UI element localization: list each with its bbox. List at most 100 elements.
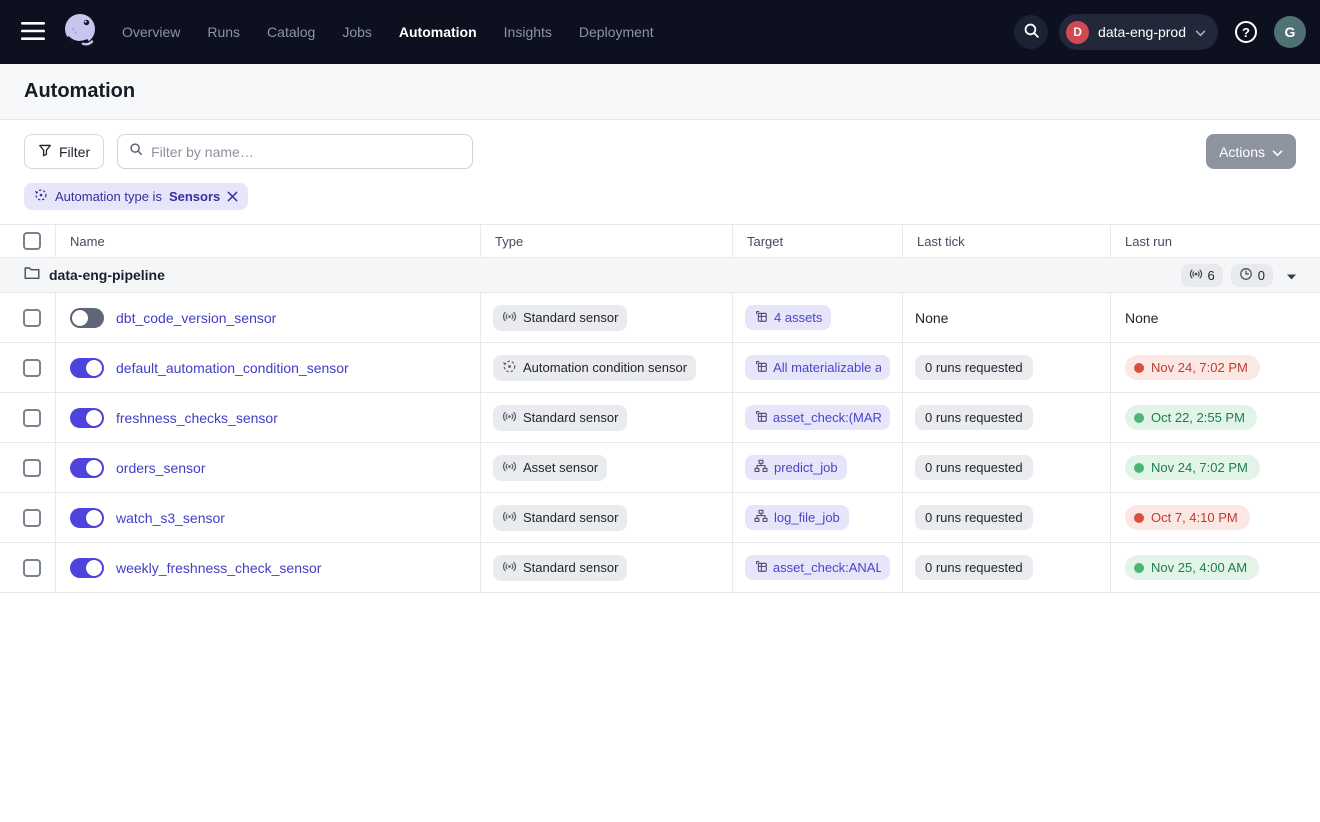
- target-label: All materializable as: [773, 360, 881, 375]
- target-link[interactable]: asset_check:ANALY: [745, 555, 890, 580]
- page-header: Automation: [0, 64, 1320, 120]
- name-filter-input[interactable]: [151, 144, 461, 160]
- sensor-type-label: Standard sensor: [523, 510, 618, 525]
- sensor-icon: [502, 409, 517, 427]
- sensor-name-link[interactable]: watch_s3_sensor: [116, 510, 225, 526]
- sensor-toggle[interactable]: [70, 358, 104, 378]
- sensor-type-badge: Standard sensor: [493, 405, 627, 431]
- last-run[interactable]: Oct 22, 2:55 PM: [1125, 405, 1257, 430]
- primary-nav: Overview Runs Catalog Jobs Automation In…: [122, 24, 654, 40]
- actions-button-label: Actions: [1219, 144, 1265, 160]
- row-checkbox[interactable]: [23, 509, 41, 527]
- row-checkbox[interactable]: [23, 309, 41, 327]
- sensor-toggle[interactable]: [70, 458, 104, 478]
- collapse-group-button[interactable]: [1281, 264, 1302, 287]
- row-checkbox[interactable]: [23, 409, 41, 427]
- chevron-down-icon: [1195, 24, 1206, 40]
- sensor-icon: [502, 309, 517, 327]
- last-run[interactable]: Oct 7, 4:10 PM: [1125, 505, 1250, 530]
- last-run-label: Oct 22, 2:55 PM: [1151, 410, 1245, 425]
- help-button[interactable]: ?: [1229, 15, 1263, 49]
- deployment-name: data-eng-prod: [1098, 24, 1186, 40]
- sensor-toggle[interactable]: [70, 408, 104, 428]
- filter-button[interactable]: Filter: [24, 134, 104, 169]
- last-run[interactable]: Nov 24, 7:02 PM: [1125, 355, 1260, 380]
- active-filters-row: Automation type is Sensors: [0, 181, 1320, 225]
- target-link[interactable]: All materializable as: [745, 355, 890, 380]
- last-run-label: Oct 7, 4:10 PM: [1151, 510, 1238, 525]
- sensor-name-link[interactable]: orders_sensor: [116, 460, 206, 476]
- nav-item-jobs[interactable]: Jobs: [342, 24, 372, 40]
- nav-item-automation[interactable]: Automation: [399, 24, 477, 40]
- folder-icon: [24, 266, 40, 285]
- group-summary: 6 0: [1181, 264, 1302, 287]
- last-tick: 0 runs requested: [915, 455, 1033, 480]
- sensor-name-link[interactable]: dbt_code_version_sensor: [116, 310, 276, 326]
- row-checkbox[interactable]: [23, 559, 41, 577]
- job-icon: [754, 459, 768, 476]
- menu-button[interactable]: [14, 13, 52, 51]
- run-status-dot: [1134, 513, 1144, 523]
- hamburger-icon: [21, 22, 45, 43]
- nav-item-catalog[interactable]: Catalog: [267, 24, 315, 40]
- sensor-type-badge: Automation condition sensor: [493, 355, 696, 381]
- target-link[interactable]: 4 assets: [745, 305, 831, 330]
- column-header-last-tick: Last tick: [903, 225, 1111, 257]
- toggle-knob: [86, 560, 102, 576]
- run-status-dot: [1134, 563, 1144, 573]
- target-label: asset_check:(MARK: [773, 410, 881, 425]
- asset-icon: [754, 559, 767, 576]
- last-run-label: Nov 25, 4:00 AM: [1151, 560, 1247, 575]
- row-checkbox[interactable]: [23, 459, 41, 477]
- user-avatar[interactable]: G: [1274, 16, 1306, 48]
- table-row: default_automation_condition_sensor Auto…: [0, 343, 1320, 393]
- deployment-switcher[interactable]: D data-eng-prod: [1059, 14, 1218, 50]
- target-label: asset_check:ANALY: [773, 560, 881, 575]
- nav-right: D data-eng-prod ? G: [1014, 14, 1306, 50]
- sensor-icon: [502, 559, 517, 577]
- table-row: weekly_freshness_check_sensor Standard s…: [0, 543, 1320, 593]
- search-button[interactable]: [1014, 15, 1048, 49]
- last-run[interactable]: Nov 24, 7:02 PM: [1125, 455, 1260, 480]
- sensor-name-link[interactable]: default_automation_condition_sensor: [116, 360, 349, 376]
- close-icon[interactable]: [227, 191, 238, 202]
- table-row: orders_sensor Asset sensor predict_job 0…: [0, 443, 1320, 493]
- caret-down-icon: [1287, 268, 1296, 283]
- row-checkbox[interactable]: [23, 359, 41, 377]
- dagster-logo[interactable]: [58, 10, 102, 54]
- target-link[interactable]: asset_check:(MARK: [745, 405, 890, 430]
- deployment-initial-badge: D: [1066, 21, 1089, 44]
- sensor-count-badge: 6: [1181, 264, 1223, 287]
- last-run[interactable]: Nov 25, 4:00 AM: [1125, 555, 1259, 580]
- last-tick: 0 runs requested: [915, 405, 1033, 430]
- target-link[interactable]: predict_job: [745, 455, 847, 480]
- chevron-down-icon: [1272, 144, 1283, 160]
- target-link[interactable]: log_file_job: [745, 505, 849, 530]
- nav-item-overview[interactable]: Overview: [122, 24, 180, 40]
- last-tick: 0 runs requested: [915, 355, 1033, 380]
- nav-item-deployment[interactable]: Deployment: [579, 24, 654, 40]
- automation-condition-icon: [502, 359, 517, 377]
- last-tick: 0 runs requested: [915, 555, 1033, 580]
- sensor-type-label: Asset sensor: [523, 460, 598, 475]
- sensor-type-label: Standard sensor: [523, 560, 618, 575]
- toggle-knob: [72, 310, 88, 326]
- sensor-toggle[interactable]: [70, 558, 104, 578]
- sensor-icon: [502, 459, 517, 477]
- table-row: watch_s3_sensor Standard sensor log_file…: [0, 493, 1320, 543]
- sensor-type-label: Automation condition sensor: [523, 360, 687, 375]
- sensor-toggle[interactable]: [70, 508, 104, 528]
- run-status-dot: [1134, 363, 1144, 373]
- toggle-knob: [86, 460, 102, 476]
- funnel-icon: [38, 143, 52, 160]
- sensor-name-link[interactable]: weekly_freshness_check_sensor: [116, 560, 321, 576]
- sensor-toggle[interactable]: [70, 308, 104, 328]
- table-header: Name Type Target Last tick Last run: [0, 225, 1320, 258]
- actions-button[interactable]: Actions: [1206, 134, 1296, 169]
- toolbar: Filter Actions: [0, 120, 1320, 181]
- select-all-checkbox[interactable]: [23, 232, 41, 250]
- sensor-name-link[interactable]: freshness_checks_sensor: [116, 410, 278, 426]
- nav-item-insights[interactable]: Insights: [504, 24, 552, 40]
- nav-item-runs[interactable]: Runs: [207, 24, 240, 40]
- repository-group-row[interactable]: data-eng-pipeline 6 0: [0, 258, 1320, 293]
